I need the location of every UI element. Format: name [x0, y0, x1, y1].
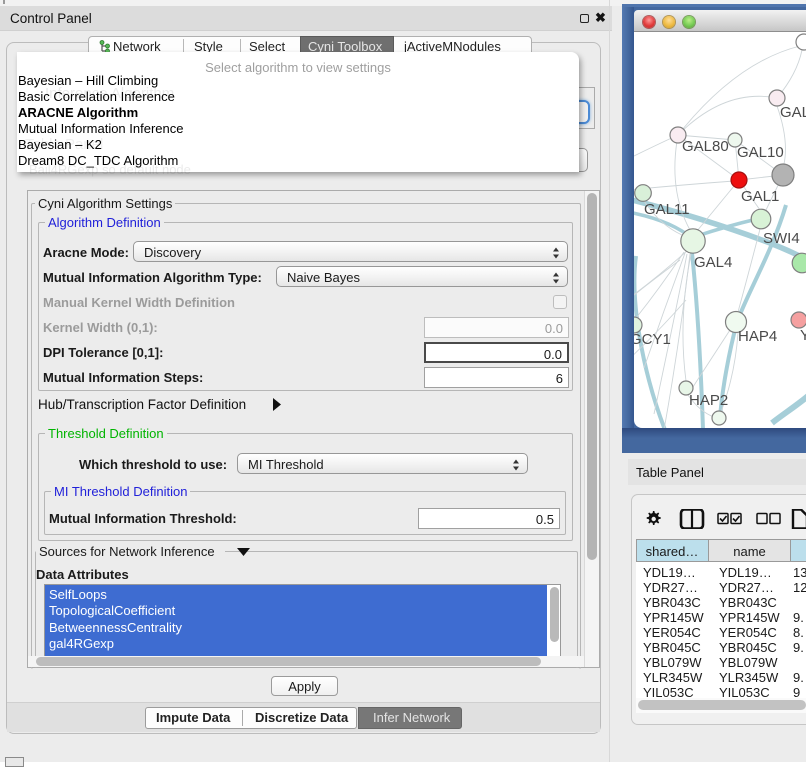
svg-text:HAP4: HAP4	[738, 328, 777, 345]
svg-text:Y: Y	[800, 327, 806, 344]
svg-text:GAL2: GAL2	[780, 104, 806, 121]
svg-text:GAL4: GAL4	[694, 254, 732, 271]
svg-text:HAP2: HAP2	[689, 392, 728, 409]
svg-text:GAL10: GAL10	[737, 144, 784, 161]
svg-text:GAL1: GAL1	[741, 188, 779, 205]
svg-text:GAL11: GAL11	[644, 201, 690, 218]
svg-text:GAL80: GAL80	[682, 138, 729, 155]
svg-text:SWI4: SWI4	[763, 230, 800, 247]
svg-text:GCY1: GCY1	[634, 331, 671, 348]
